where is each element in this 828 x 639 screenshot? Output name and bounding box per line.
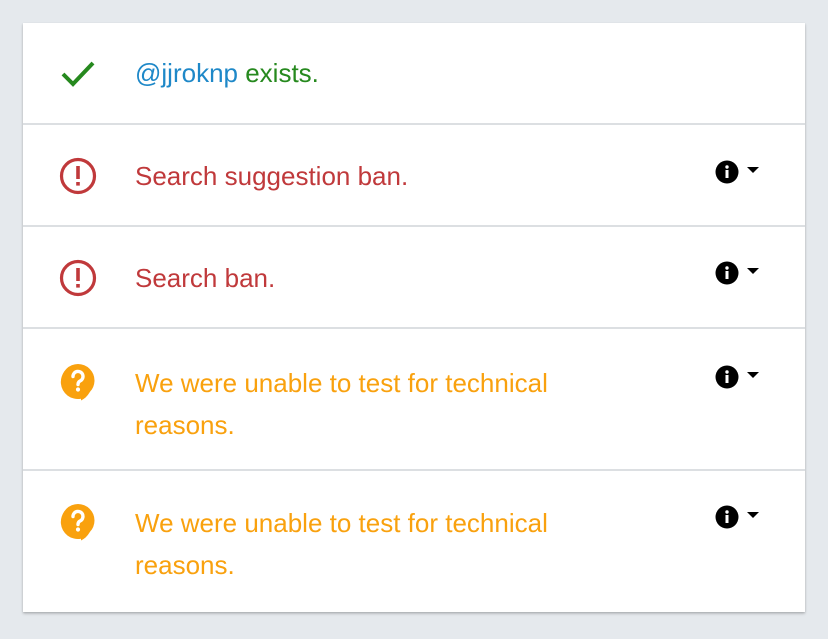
result-message: We were unable to test for technical rea…: [135, 368, 548, 440]
info-icon: [715, 261, 739, 285]
caret-down-icon: [747, 167, 759, 173]
result-row-exists: @jjroknp exists.: [23, 23, 805, 125]
result-message: Search ban.: [135, 263, 276, 293]
result-row-search-suggestion-ban: Search suggestion ban.: [23, 125, 805, 227]
caret-down-icon: [747, 268, 759, 274]
info-icon: [715, 160, 739, 184]
help-bubble-icon: [60, 504, 95, 541]
results-card: @jjroknp exists. Search suggestion ban.: [23, 23, 805, 612]
caret-down-icon: [747, 512, 759, 518]
info-icon: [715, 505, 739, 529]
alert-circle-icon: [59, 157, 97, 195]
details-toggle[interactable]: [715, 259, 773, 287]
caret-down-icon: [747, 372, 759, 378]
result-row-technical-issue: We were unable to test for technical rea…: [23, 471, 805, 612]
result-message: We were unable to test for technical rea…: [135, 508, 548, 580]
result-row-search-ban: Search ban.: [23, 227, 805, 329]
details-toggle[interactable]: [715, 363, 773, 391]
exists-text: exists.: [237, 58, 319, 88]
help-bubble-icon: [60, 364, 95, 401]
details-toggle[interactable]: [715, 503, 773, 531]
result-message: @jjroknp exists.: [135, 52, 615, 94]
check-icon: [61, 61, 95, 87]
result-row-technical-issue: We were unable to test for technical rea…: [23, 329, 805, 471]
info-icon: [715, 365, 739, 389]
result-message: Search suggestion ban.: [135, 161, 409, 191]
user-handle-link[interactable]: @jjroknp: [135, 58, 238, 88]
details-toggle[interactable]: [715, 158, 773, 186]
alert-circle-icon: [59, 259, 97, 297]
